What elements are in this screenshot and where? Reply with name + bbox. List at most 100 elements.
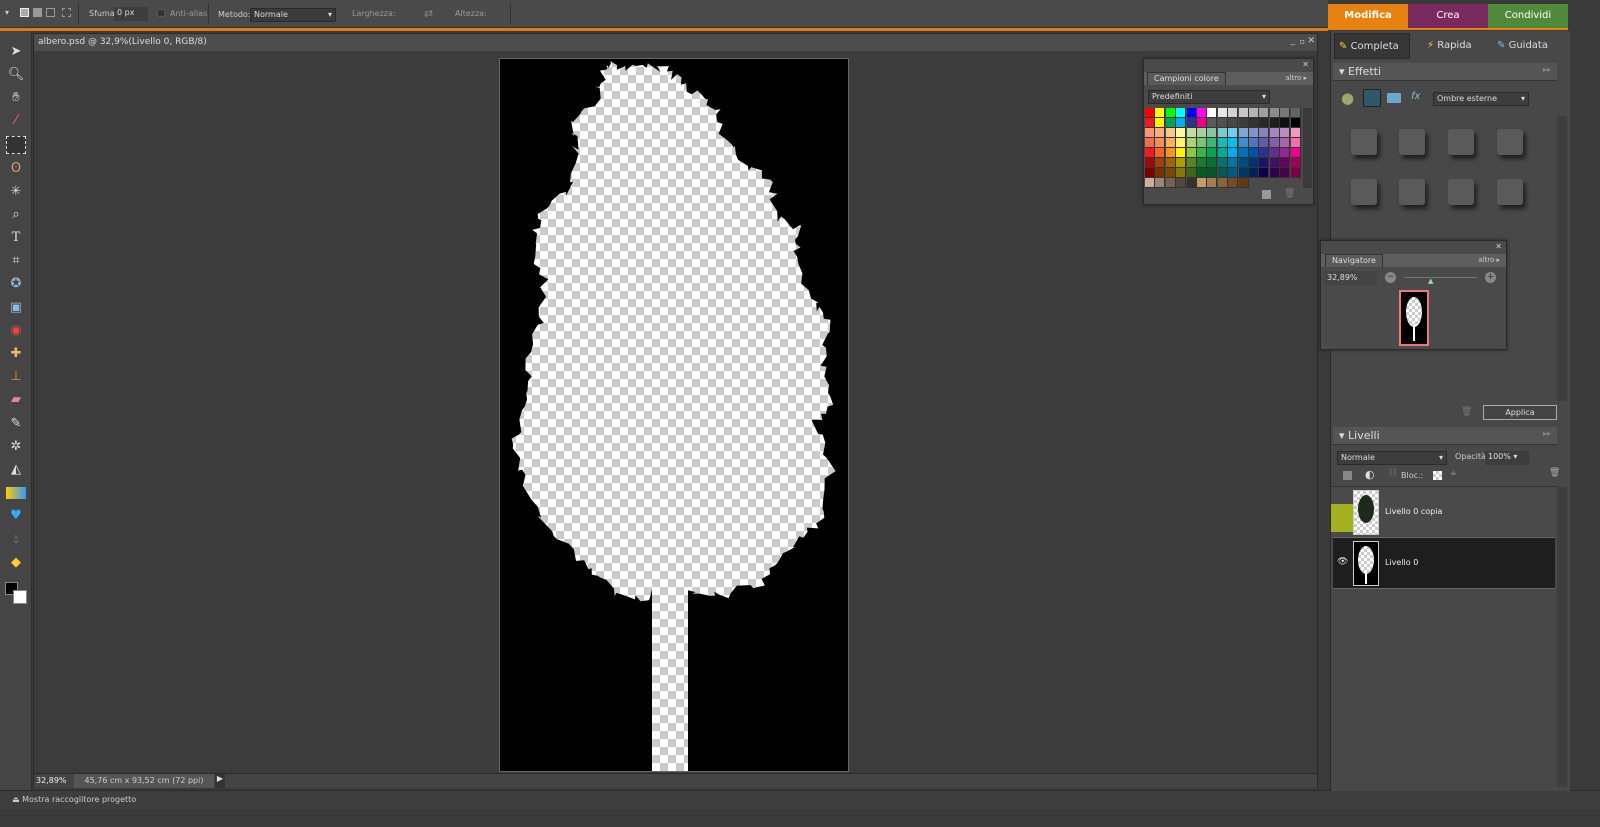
color-swatch[interactable] [1228,178,1239,188]
layers-header[interactable]: ▾ Livelli ▸▸ [1333,427,1557,445]
navigator-thumbnail[interactable] [1399,290,1429,346]
method-select[interactable]: Normale ▾ [250,8,336,22]
color-swatch[interactable] [1290,138,1301,148]
color-swatch[interactable] [1269,138,1280,148]
color-swatch[interactable] [1207,158,1218,168]
color-swatch[interactable] [1207,138,1218,148]
color-swatch[interactable] [1269,118,1280,128]
adjustment-layer-icon[interactable]: ◐ [1365,468,1375,481]
swatches-scrollbar[interactable] [1303,108,1312,188]
color-swatch[interactable] [1238,128,1249,138]
color-swatch[interactable] [1217,178,1228,188]
color-swatch[interactable] [1165,118,1176,128]
color-swatch[interactable] [1217,168,1228,178]
quick-selection-tool-icon[interactable]: ⌕ [6,206,26,224]
blend-mode-select[interactable]: Normale ▾ [1337,451,1447,465]
effect-thumbnail[interactable] [1351,179,1377,205]
mode-rapida[interactable]: ⚡ Rapida [1423,33,1499,59]
color-swatch[interactable] [1249,118,1259,128]
color-swatch[interactable] [1165,108,1176,118]
healing-brush-tool-icon[interactable]: ✚ [6,345,26,363]
color-swatch[interactable] [1280,118,1291,128]
color-swatch[interactable] [1269,168,1280,178]
lasso-tool-icon[interactable]: ʘ [6,160,26,178]
navigator-more-menu[interactable]: altro ▸ [1478,256,1500,264]
effect-thumbnail[interactable] [1351,129,1377,155]
tab-condividi[interactable]: Condividi [1488,4,1568,28]
color-swatch[interactable] [1176,178,1187,188]
color-swatch[interactable] [1207,128,1218,138]
color-swatch[interactable] [1197,138,1207,148]
close-icon[interactable]: ✕ [1302,60,1309,69]
opacity-input[interactable]: 100% ▾ [1485,451,1529,465]
color-swatch[interactable] [1228,158,1239,168]
new-selection-icon[interactable] [20,8,29,17]
color-swatch[interactable] [1176,158,1187,168]
color-swatch[interactable] [1280,138,1291,148]
color-swatch[interactable] [1145,128,1155,138]
new-swatch-icon[interactable] [1262,190,1271,199]
apply-button[interactable]: Applica [1483,405,1557,420]
color-swatch[interactable] [1238,148,1249,158]
color-swatch[interactable] [1290,168,1301,178]
color-swatch[interactable] [1176,148,1187,158]
zoom-in-icon[interactable]: + [1485,272,1496,283]
shape-tool-icon[interactable]: ♥ [6,507,26,525]
color-swatch[interactable] [1269,158,1280,168]
swap-icon[interactable]: ⇄ [424,7,433,20]
color-swatch[interactable] [1269,128,1280,138]
color-swatch[interactable] [1197,108,1207,118]
minimize-icon[interactable]: _ [1291,36,1296,46]
color-swatch[interactable] [1145,138,1155,148]
effect-thumbnail[interactable] [1497,179,1523,205]
status-menu-arrow-icon[interactable]: ▶ [215,774,225,788]
blur-tool-icon[interactable]: 💧︎ [6,531,26,549]
color-swatch[interactable] [1155,158,1166,168]
color-swatch[interactable] [1165,128,1176,138]
color-swatch[interactable] [1249,158,1259,168]
color-swatch[interactable] [1249,168,1259,178]
lock-icon[interactable]: 🔒︎ [1451,468,1456,478]
color-swatch[interactable] [1259,158,1270,168]
tab-swatches[interactable]: Campioni colore [1147,72,1226,85]
color-swatch[interactable] [1186,138,1197,148]
color-swatch[interactable] [1217,138,1228,148]
color-swatch[interactable] [1217,148,1228,158]
close-icon[interactable]: ✕ [1495,242,1502,251]
color-swatch[interactable] [1228,148,1239,158]
color-swatch[interactable] [1197,158,1207,168]
color-swatch[interactable] [1176,168,1187,178]
color-swatch[interactable] [1176,128,1187,138]
color-swatch[interactable] [1207,118,1218,128]
color-swatch[interactable] [1165,178,1176,188]
color-swatch[interactable] [1186,128,1197,138]
tab-crea[interactable]: Crea [1408,4,1488,28]
color-swatch[interactable] [1197,148,1207,158]
visibility-eye-icon[interactable]: 👁︎ [1337,557,1348,567]
color-swatch[interactable] [1145,148,1155,158]
color-swatch[interactable] [1269,108,1280,118]
color-swatch[interactable] [1165,148,1176,158]
color-swatch[interactable] [1155,138,1166,148]
straighten-tool-icon[interactable]: ▣ [6,299,26,317]
color-swatch[interactable] [1197,178,1207,188]
color-swatch[interactable] [1155,148,1166,158]
eyedropper-tool-icon[interactable]: ⁄ [6,112,26,130]
color-swatch[interactable] [1145,168,1155,178]
effect-thumbnail[interactable] [1497,129,1523,155]
marquee-tool-icon[interactable] [6,136,26,154]
zoom-level[interactable]: 32,89% [36,776,67,785]
color-swatch[interactable] [1228,108,1239,118]
navigator-zoom-input[interactable]: 32,89% [1325,271,1377,285]
mode-guidata[interactable]: ✎ Guidata [1493,33,1569,59]
color-swatch[interactable] [1280,128,1291,138]
color-swatch[interactable] [1238,138,1249,148]
color-swatch[interactable] [1176,138,1187,148]
paint-bucket-tool-icon[interactable]: ◭ [6,461,26,479]
color-swatch[interactable] [1145,108,1155,118]
effect-thumbnail[interactable] [1399,129,1425,155]
filters-icon[interactable]: ● [1341,89,1354,107]
color-swatch[interactable] [1249,148,1259,158]
mode-completa[interactable]: ✎ Completa [1334,33,1410,59]
color-swatch[interactable] [1207,178,1218,188]
